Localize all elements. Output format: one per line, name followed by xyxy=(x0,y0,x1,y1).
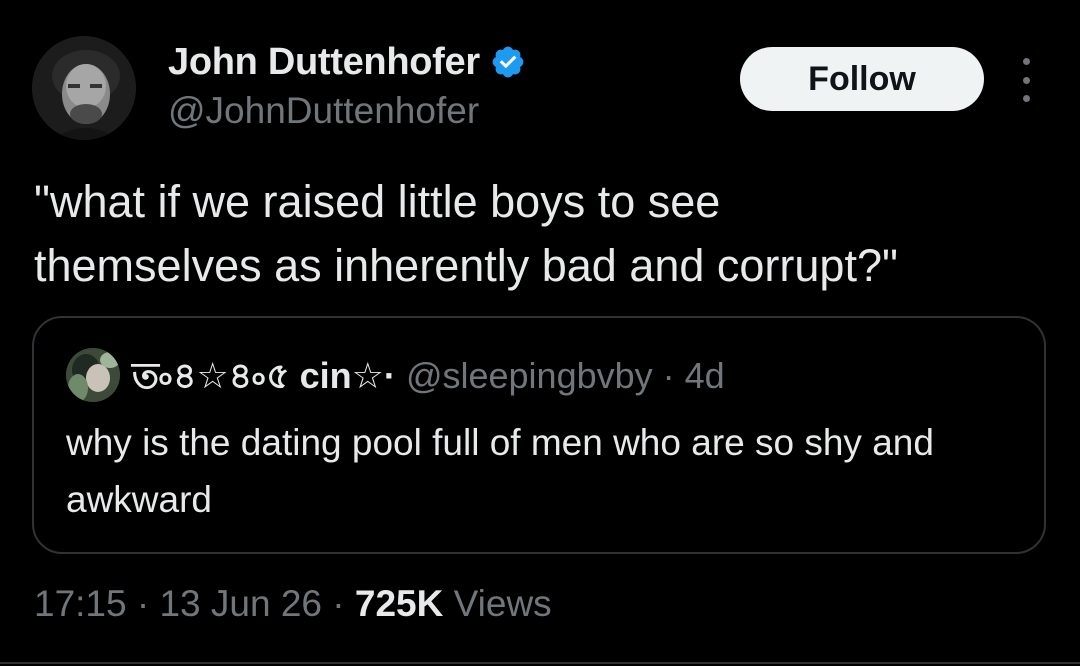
meta-separator: · xyxy=(126,583,160,624)
views-label: Views xyxy=(453,583,552,624)
author-handle[interactable]: @JohnDuttenhofer xyxy=(168,90,479,132)
views-count[interactable]: 725K xyxy=(355,583,443,624)
quoted-author-display-name[interactable]: ত৹৪☆৪৹৫ cin☆· xyxy=(132,355,396,396)
tweet-time[interactable]: 17:15 xyxy=(34,583,127,624)
quoted-tweet-card[interactable]: ত৹৪☆৪৹৫ cin☆· @sleepingbvby · 4d why is … xyxy=(32,316,1046,554)
author-display-name[interactable]: John Duttenhofer xyxy=(168,41,480,84)
author-name-row: John Duttenhofer xyxy=(168,38,526,86)
more-dot xyxy=(1022,58,1030,65)
meta-separator: · xyxy=(322,583,355,624)
quoted-author-handle[interactable]: @sleepingbvby xyxy=(406,355,653,396)
author-avatar[interactable] xyxy=(32,36,136,140)
more-dot xyxy=(1022,76,1030,84)
tweet-text: "what if we raised little boys to see th… xyxy=(34,176,898,291)
quoted-tweet-header: ত৹৪☆৪৹৫ cin☆· @sleepingbvby · 4d xyxy=(132,354,725,398)
follow-button[interactable]: Follow xyxy=(740,47,984,111)
quoted-timestamp[interactable]: 4d xyxy=(685,355,725,396)
quoted-author-avatar-image xyxy=(66,348,120,402)
divider xyxy=(0,662,1080,664)
author-avatar-image xyxy=(32,36,136,140)
verified-badge-icon[interactable] xyxy=(490,44,526,80)
quoted-separator: · xyxy=(652,355,685,396)
tweet-meta: 17:15 · 13 Jun 26 · 725K Views xyxy=(34,580,552,628)
tweet: John Duttenhofer @JohnDuttenhofer Follow… xyxy=(0,0,1080,666)
quoted-tweet-text: why is the dating pool full of men who a… xyxy=(66,422,934,520)
more-vertical-icon[interactable] xyxy=(1008,58,1044,102)
more-dot xyxy=(1022,95,1030,102)
tweet-date[interactable]: 13 Jun 26 xyxy=(159,583,322,624)
quoted-author-avatar[interactable] xyxy=(66,348,120,402)
